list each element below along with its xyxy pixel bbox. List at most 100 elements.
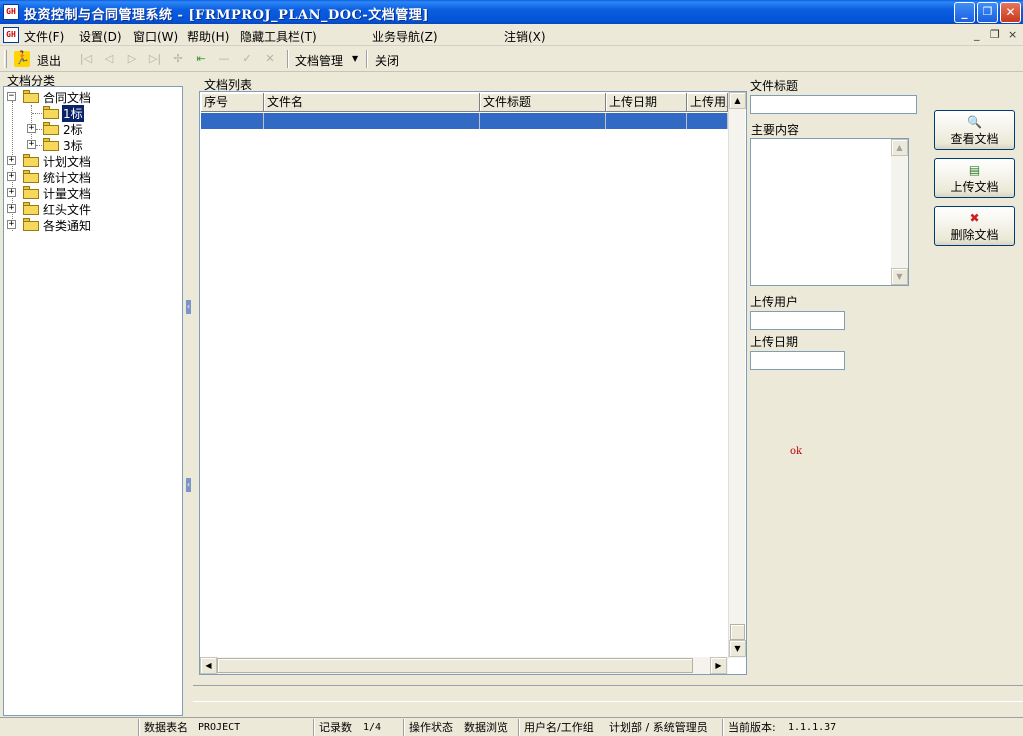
tree-node-label: 合同文档 [43,91,92,105]
next-icon: ▷ [127,52,137,65]
exit-icon[interactable]: 🏃 [14,51,30,67]
expand-icon[interactable]: + [27,140,36,149]
upload-icon: ▤ [968,163,981,177]
delete-document-button[interactable]: ✖ 删除文档 [934,206,1015,246]
view-document-label: 查看文档 [950,132,999,146]
mdi-child-icon[interactable]: GH [3,27,19,43]
last-icon: ▷| [148,52,162,65]
lower-panel [193,685,1023,702]
menu-hide-toolbar[interactable]: 隐藏工具栏(T) [240,28,317,45]
folder-icon [23,154,39,167]
confirm-icon: ✓ [242,52,252,65]
collapse-left-icon[interactable]: ‹ [186,300,191,314]
dropdown-arrow-icon[interactable]: ▼ [352,54,358,63]
tree-node-label: 计划文档 [43,155,92,169]
status-divider [138,719,140,736]
window-title-bar[interactable]: GH 投资控制与合同管理系统 - [FRMPROJ_PLAN_DOC-文档管理]… [0,0,1023,24]
content-scrollbar[interactable]: ▲ ▼ [891,139,908,285]
scroll-down-icon[interactable]: ▼ [891,268,908,285]
folder-icon [23,186,39,199]
folder-icon [23,202,39,215]
tree-node-label: 3标 [63,139,83,153]
column-header-index[interactable]: 序号 [201,93,264,112]
column-header-title[interactable]: 文件标题 [480,93,606,112]
category-tree[interactable]: − 合同文档 1标 + 2标 + 3标 + 计划文档 + 统计文档 + 计量文档… [3,86,183,716]
upload-user-input[interactable] [750,311,845,330]
collapse-left-icon[interactable]: ‹ [186,478,191,492]
menu-settings[interactable]: 设置(D) [79,28,122,45]
doc-list-grid[interactable]: 序号 文件名 文件标题 上传日期 上传用户 [199,91,747,675]
scroll-up-icon[interactable]: ▲ [891,139,908,156]
menu-business-nav[interactable]: 业务导航(Z) [372,28,438,45]
folder-open-icon [23,90,39,103]
doc-manage-button[interactable]: 文档管理 [295,52,343,69]
close-form-button[interactable]: 关闭 [375,52,399,69]
toolbar-separator [366,50,368,68]
status-table-value: PROJECT [198,722,241,733]
expand-icon[interactable]: + [7,220,16,229]
delete-document-label: 删除文档 [950,228,999,242]
upload-document-button[interactable]: ▤ 上传文档 [934,158,1015,198]
upload-date-input[interactable] [750,351,845,370]
content-label: 主要内容 [751,123,800,137]
folder-icon [43,122,59,135]
mdi-minimize-button[interactable]: _ [974,28,980,41]
toolbar-grip[interactable] [4,50,7,68]
content-textarea[interactable]: ▲ ▼ [750,138,909,286]
scroll-left-icon[interactable]: ◀ [200,657,217,674]
grid-header: 序号 文件名 文件标题 上传日期 上传用户 [201,93,728,112]
expand-icon[interactable]: + [7,156,16,165]
menu-window[interactable]: 窗口(W) [133,28,178,45]
menu-bar: GH 文件(F) 设置(D) 窗口(W) 帮助(H) 隐藏工具栏(T) 业务导航… [0,24,1023,46]
title-input[interactable] [750,95,917,114]
status-divider [313,719,315,736]
grid-vertical-scrollbar[interactable]: ▲ ▼ [728,92,746,658]
table-row[interactable] [201,113,728,129]
scroll-thumb[interactable] [730,624,745,640]
close-button[interactable]: ✕ [1000,2,1021,23]
toolbar-separator [287,50,289,68]
grid-cell[interactable] [606,113,687,129]
scroll-up-icon[interactable]: ▲ [729,92,746,109]
grid-cell[interactable] [480,113,606,129]
expand-icon[interactable]: + [7,172,16,181]
ok-label: ok [790,446,803,457]
expand-icon[interactable]: + [7,204,16,213]
column-header-filename[interactable]: 文件名 [264,93,480,112]
panel-splitter[interactable] [183,86,193,716]
menu-help[interactable]: 帮助(H) [187,28,229,45]
tree-line [36,129,42,130]
status-version-value: 1.1.1.37 [788,722,837,733]
scroll-thumb[interactable] [217,658,693,673]
prev-icon: ◁ [104,52,114,65]
minimize-button[interactable]: _ [954,2,975,23]
status-table-label: 数据表名 [144,721,188,734]
status-version-label: 当前版本: [728,721,776,734]
folder-icon [23,170,39,183]
expand-icon[interactable]: + [7,188,16,197]
collapse-icon[interactable]: − [7,92,16,101]
menu-file[interactable]: 文件(F) [24,28,64,45]
grid-cell[interactable] [264,113,480,129]
grid-cell[interactable] [201,113,264,129]
status-records-label: 记录数 [319,721,352,734]
tree-node-label: 各类通知 [43,219,92,233]
status-bar: 数据表名 PROJECT 记录数 1/4 操作状态 数据浏览 用户名/工作组 计… [0,717,1023,736]
view-document-button[interactable]: 🔍 查看文档 [934,110,1015,150]
status-state-label: 操作状态 [409,721,453,734]
column-header-upload-user[interactable]: 上传用户 [687,93,728,112]
maximize-button[interactable]: ❐ [977,2,998,23]
delete-icon: ⇤ [196,52,206,65]
mdi-restore-button[interactable]: ❐ [990,28,1000,41]
tree-node-label: 计量文档 [43,187,92,201]
scroll-down-icon[interactable]: ▼ [729,640,746,657]
expand-icon[interactable]: + [27,124,36,133]
menu-logout[interactable]: 注销(X) [504,28,546,45]
exit-button[interactable]: 退出 [37,52,61,69]
grid-horizontal-scrollbar[interactable]: ◀ ▶ [200,657,728,674]
mdi-close-button[interactable]: × [1008,28,1017,41]
column-header-upload-date[interactable]: 上传日期 [606,93,687,112]
grid-cell[interactable] [687,113,728,129]
tree-node-label: 2标 [63,123,83,137]
scroll-right-icon[interactable]: ▶ [710,657,727,674]
